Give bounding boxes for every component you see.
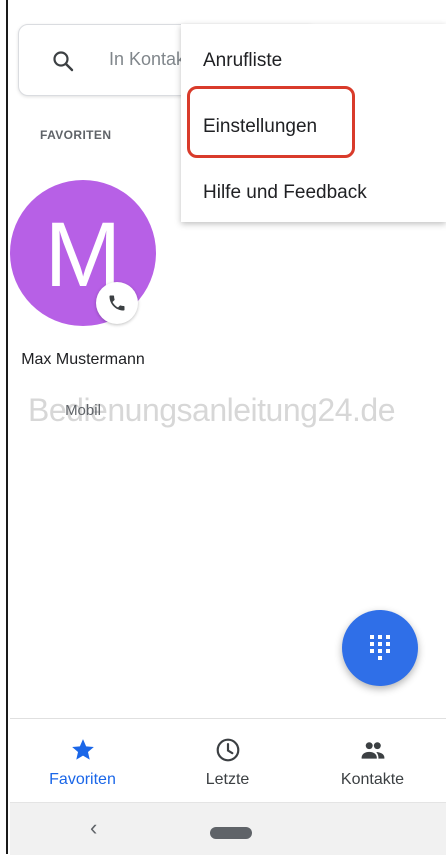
favorites-section-label: FAVORITEN — [40, 128, 112, 142]
back-icon[interactable]: ‹ — [90, 815, 97, 841]
call-button[interactable] — [96, 282, 138, 324]
nav-label: Letzte — [205, 771, 250, 788]
menu-item-hilfe-und-feedback[interactable]: Hilfe und Feedback — [181, 160, 446, 224]
phone-icon — [109, 295, 125, 311]
star-icon — [72, 739, 94, 760]
nav-label: Favoriten — [49, 771, 116, 788]
system-nav-bar: ‹ — [10, 802, 446, 855]
nav-item-kontakte[interactable]: Kontakte — [300, 719, 445, 803]
search-icon — [53, 51, 74, 72]
dialpad-button[interactable] — [342, 610, 418, 686]
menu-item-label: Anrufliste — [203, 50, 283, 71]
people-icon — [361, 742, 385, 759]
nav-item-favoriten[interactable]: Favoriten — [10, 719, 155, 803]
dialpad-icon — [370, 635, 390, 660]
contact-type: Mobil — [65, 402, 101, 419]
bottom-nav: Favoriten Letzte Kontakte — [10, 718, 446, 803]
contact-name[interactable]: Max Mustermann — [10, 348, 156, 371]
clock-icon — [216, 738, 240, 762]
menu-item-anrufliste[interactable]: Anrufliste — [181, 28, 446, 92]
left-edge — [0, 0, 8, 854]
home-icon[interactable] — [210, 827, 252, 839]
menu-item-label: Hilfe und Feedback — [203, 182, 367, 203]
nav-label: Kontakte — [340, 771, 405, 788]
nav-item-letzte[interactable]: Letzte — [155, 719, 300, 803]
highlight-box — [187, 86, 355, 158]
